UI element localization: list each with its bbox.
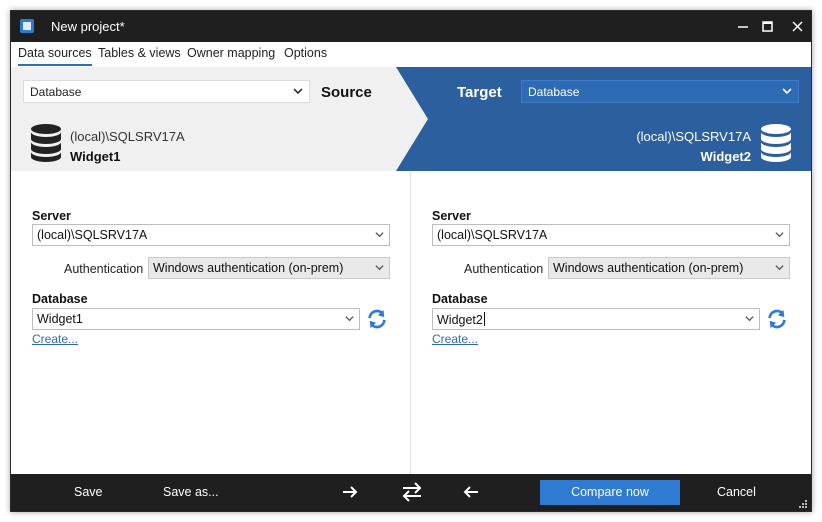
close-icon [791, 21, 803, 32]
arrow-right-icon[interactable] [342, 484, 358, 500]
target-label: Target [457, 84, 502, 101]
source-type-value: Database [30, 85, 82, 99]
close-button[interactable] [781, 11, 811, 42]
save-button[interactable]: Save [74, 485, 103, 499]
title-bar: New project* [11, 11, 811, 42]
source-auth-value: Windows authentication (on-prem) [153, 261, 344, 275]
source-panel: Server (local)\SQLSRV17A Authentication … [11, 171, 411, 474]
source-label: Source [321, 84, 372, 101]
source-create-link[interactable]: Create... [32, 332, 78, 346]
window-title: New project* [51, 19, 125, 34]
chevron-down-icon [375, 265, 384, 271]
source-database-icon [31, 124, 61, 162]
maximize-button[interactable] [751, 11, 783, 42]
target-auth-label: Authentication [464, 262, 544, 276]
tab-tables-views[interactable]: Tables & views [98, 46, 181, 66]
target-auth-value: Windows authentication (on-prem) [553, 261, 744, 275]
source-type-select[interactable]: Database [23, 80, 310, 103]
refresh-icon[interactable] [766, 308, 788, 330]
tab-strip: Data sources Tables & views Owner mappin… [11, 42, 811, 67]
target-database-text: Widget2 [700, 149, 751, 164]
refresh-icon[interactable] [366, 308, 388, 330]
source-database-value: Widget1 [37, 312, 83, 326]
target-type-value: Database [528, 85, 580, 99]
chevron-down-icon [745, 316, 754, 322]
target-server-value: (local)\SQLSRV17A [437, 228, 548, 242]
source-server-value: (local)\SQLSRV17A [37, 228, 148, 242]
target-database-combo[interactable]: Widget2 [432, 308, 760, 330]
cancel-button[interactable]: Cancel [717, 485, 756, 499]
source-target-band: Database Source Target Database (local)\… [11, 67, 811, 171]
source-server-combo[interactable]: (local)\SQLSRV17A [32, 224, 390, 246]
minimize-icon [738, 25, 748, 28]
text-cursor [483, 312, 485, 326]
swap-icon[interactable] [401, 482, 423, 502]
target-database-icon [761, 124, 791, 162]
chevron-down-icon [345, 316, 354, 322]
target-auth-select[interactable]: Windows authentication (on-prem) [548, 257, 790, 279]
target-type-select[interactable]: Database [521, 80, 799, 103]
target-database-value: Widget2 [437, 313, 483, 327]
compare-now-button[interactable]: Compare now [540, 480, 680, 505]
chevron-down-icon [293, 88, 303, 95]
project-window: New project* Data sources Tables & views… [10, 10, 812, 512]
footer-bar: Save Save as... Compare now Cancel [11, 474, 811, 511]
tab-owner-mapping[interactable]: Owner mapping [187, 46, 275, 66]
chevron-down-icon [375, 232, 384, 238]
target-panel: Server (local)\SQLSRV17A Authentication … [411, 171, 811, 474]
resize-grip-icon[interactable] [799, 500, 807, 508]
target-create-link[interactable]: Create... [432, 332, 478, 346]
source-auth-select[interactable]: Windows authentication (on-prem) [148, 257, 390, 279]
source-server-label: Server [32, 209, 71, 223]
chevron-down-icon [782, 88, 792, 95]
source-database-text: Widget1 [70, 149, 121, 164]
maximize-icon [761, 21, 773, 32]
source-server-text: (local)\SQLSRV17A [70, 129, 185, 144]
chevron-down-icon [775, 265, 784, 271]
source-database-combo[interactable]: Widget1 [32, 308, 360, 330]
target-server-label: Server [432, 209, 471, 223]
source-auth-label: Authentication [64, 262, 144, 276]
app-icon [20, 19, 34, 33]
arrow-left-icon[interactable] [463, 484, 479, 500]
target-server-combo[interactable]: (local)\SQLSRV17A [432, 224, 790, 246]
save-as-button[interactable]: Save as... [163, 485, 219, 499]
target-server-text: (local)\SQLSRV17A [636, 129, 751, 144]
tab-options[interactable]: Options [284, 46, 327, 66]
tab-data-sources[interactable]: Data sources [18, 46, 92, 66]
source-database-label: Database [32, 292, 88, 306]
target-database-label: Database [432, 292, 488, 306]
chevron-down-icon [775, 232, 784, 238]
